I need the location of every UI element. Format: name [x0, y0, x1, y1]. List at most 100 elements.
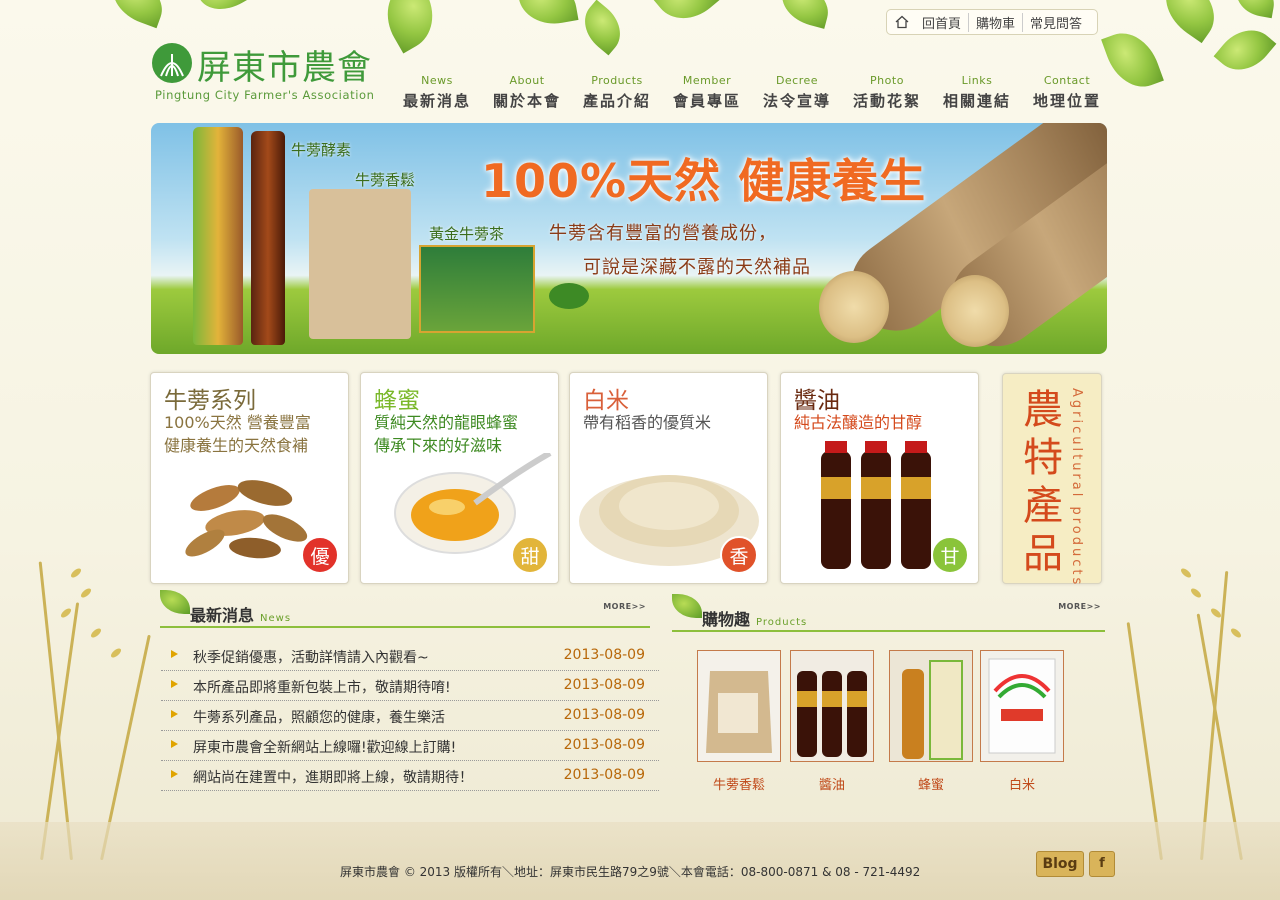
news-section-title: 最新消息 News [190, 602, 291, 626]
nav-en-label: Links [961, 74, 993, 87]
news-item-text[interactable]: 屏東市農會全新網站上線囉!歡迎線上訂購! [193, 737, 456, 757]
footer-band [0, 822, 1280, 900]
agricultural-products-link[interactable]: 農特產品 Agricultural products [1002, 373, 1102, 588]
burdock-root-cut-image [941, 275, 1009, 347]
card-badge: 甘 [931, 536, 969, 574]
nav-item-decree[interactable]: Decree 法令宣導 [752, 74, 842, 111]
news-item[interactable]: 秋季促銷優惠，活動詳情請入內觀看~ 2013-08-09 [161, 641, 659, 671]
home-icon [895, 15, 909, 29]
news-item-text[interactable]: 本所產品即將重新包裝上市，敬請期待唷! [193, 677, 451, 697]
nav-zh-label: 法令宣導 [762, 92, 831, 110]
nav-item-links[interactable]: Links 相關連結 [932, 74, 1022, 111]
product-thumbnail[interactable] [697, 650, 781, 762]
product-thumbnail[interactable] [980, 650, 1064, 762]
card-desc: 質純天然的龍眼蜂蜜 傳承下來的好滋味 [374, 411, 518, 457]
agri-title-en: Agricultural products [1069, 388, 1084, 588]
hero-banner[interactable]: 牛蒡酵素 牛蒡香鬆 黃金牛蒡茶 100%天然 健康養生 牛蒡含有豐富的營養成份，… [151, 123, 1107, 354]
product-card-honey[interactable]: 蜂蜜 質純天然的龍眼蜂蜜 傳承下來的好滋味 甜 [360, 372, 559, 584]
cart-link[interactable]: 購物車 [969, 12, 1024, 32]
site-logo[interactable]: 屏東市農會 Pingtung City Farmer's Association [151, 42, 381, 104]
home-link[interactable]: 回首頁 [915, 12, 970, 32]
leaf-icon [160, 590, 190, 614]
nav-zh-label: 最新消息 [402, 92, 471, 110]
card-title: 醬油 [794, 388, 840, 414]
card-title: 牛蒡系列 [164, 388, 256, 414]
news-item-date: 2013-08-09 [563, 677, 645, 693]
product-name[interactable]: 牛蒡香鬆 [697, 774, 781, 793]
burdock-flakes-image [698, 651, 780, 761]
card-title: 蜂蜜 [374, 388, 420, 414]
news-list: 秋季促銷優惠，活動詳情請入內觀看~ 2013-08-09 本所產品即將重新包裝上市… [161, 641, 659, 791]
product-card-soysauce[interactable]: 醬油 純古法釀造的甘醇 甘 [780, 372, 979, 584]
nav-item-photo[interactable]: Photo 活動花絮 [842, 74, 932, 111]
shop-product[interactable]: 醬油 [790, 650, 874, 793]
arrow-bullet-icon [171, 770, 178, 778]
honey-image [890, 651, 972, 761]
card-badge: 甜 [511, 536, 549, 574]
news-item-date: 2013-08-09 [563, 707, 645, 723]
news-item[interactable]: 本所產品即將重新包裝上市，敬請期待唷! 2013-08-09 [161, 671, 659, 701]
shop-section-title: 購物趣 Products [702, 606, 807, 630]
decorative-grass-left [0, 530, 151, 861]
nav-item-news[interactable]: News 最新消息 [392, 74, 482, 111]
nav-zh-label: 相關連結 [942, 92, 1011, 110]
card-desc-line: 質純天然的龍眼蜂蜜 [374, 413, 519, 432]
leaf-icon [672, 594, 702, 618]
nav-en-label: News [421, 74, 453, 87]
nav-en-label: Decree [775, 74, 819, 87]
news-item[interactable]: 屏東市農會全新網站上線囉!歡迎線上訂購! 2013-08-09 [161, 731, 659, 761]
faq-link[interactable]: 常見問答 [1023, 13, 1089, 32]
banner-label-enzyme: 牛蒡酵素 [291, 141, 352, 159]
nav-en-label: Photo [870, 74, 904, 87]
nav-zh-label: 活動花絮 [852, 92, 921, 110]
blog-button[interactable]: Blog [1036, 851, 1084, 877]
nav-en-label: Member [682, 74, 732, 87]
news-item-date: 2013-08-09 [563, 737, 645, 753]
burdock-enzyme-box-image [193, 127, 243, 345]
nav-item-contact[interactable]: Contact 地理位置 [1022, 74, 1112, 111]
news-item-text[interactable]: 秋季促銷優惠，活動詳情請入內觀看~ [193, 647, 429, 667]
news-item-date: 2013-08-09 [563, 647, 645, 663]
product-card-burdock[interactable]: 牛蒡系列 100%天然 營養豐富 健康養生的天然食補 優 [150, 372, 349, 584]
nav-item-products[interactable]: Products 產品介紹 [572, 74, 662, 111]
tree-image [549, 283, 589, 309]
news-more-link[interactable]: MORE>> [603, 602, 646, 611]
facebook-button[interactable]: f [1089, 851, 1115, 877]
nav-item-member[interactable]: Member 會員專區 [662, 74, 752, 111]
nav-zh-label: 會員專區 [672, 92, 741, 110]
nav-item-about[interactable]: About 關於本會 [482, 74, 572, 111]
card-badge: 香 [720, 536, 758, 574]
banner-line-2: 可說是深藏不露的天然補品 [583, 257, 811, 278]
news-item[interactable]: 牛蒡系列產品，照顧您的健康，養生樂活 2013-08-09 [161, 701, 659, 731]
news-item-text[interactable]: 網站尚在建置中，進期即將上線，敬請期待！ [193, 767, 473, 787]
logo-name: 屏東市農會 [197, 48, 372, 88]
news-item-text[interactable]: 牛蒡系列產品，照顧您的健康，養生樂活 [193, 707, 445, 727]
rice-bag-image [981, 651, 1063, 761]
product-thumbnail[interactable] [790, 650, 874, 762]
product-name[interactable]: 白米 [980, 774, 1064, 793]
shop-product[interactable]: 牛蒡香鬆 [697, 650, 781, 793]
product-name[interactable]: 醬油 [790, 774, 874, 793]
nav-en-label: Products [591, 74, 643, 87]
card-desc: 100%天然 營養豐富 健康養生的天然食補 [164, 411, 311, 457]
burdock-root-cut-image [819, 271, 889, 343]
product-name[interactable]: 蜂蜜 [889, 774, 973, 793]
shop-product[interactable]: 蜂蜜 [889, 650, 973, 793]
shop-title-en: Products [756, 617, 808, 628]
arrow-bullet-icon [171, 710, 178, 718]
shop-more-link[interactable]: MORE>> [1058, 602, 1101, 611]
shop-product[interactable]: 白米 [980, 650, 1064, 793]
nav-zh-label: 產品介紹 [582, 92, 651, 110]
nav-en-label: Contact [1043, 74, 1091, 87]
soysauce-image [791, 651, 873, 761]
product-thumbnail[interactable] [889, 650, 973, 762]
card-badge: 優 [301, 536, 339, 574]
top-links-bar: 回首頁 購物車 常見問答 [886, 9, 1098, 35]
logo-subtitle: Pingtung City Farmer's Association [155, 88, 375, 102]
card-title: 白米 [583, 388, 629, 414]
shop-title-zh: 購物趣 [702, 610, 751, 629]
news-section-header: 最新消息 News MORE>> [160, 590, 650, 628]
product-card-rice[interactable]: 白米 帶有稻香的優質米 香 [569, 372, 768, 584]
card-desc-line: 100%天然 營養豐富 [164, 413, 311, 432]
news-item[interactable]: 網站尚在建置中，進期即將上線，敬請期待！ 2013-08-09 [161, 761, 659, 791]
